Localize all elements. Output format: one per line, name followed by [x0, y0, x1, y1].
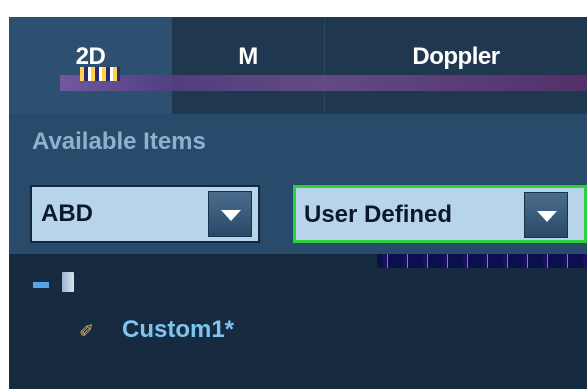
chevron-down-icon[interactable]	[208, 191, 252, 237]
render-artifact-noise	[80, 67, 120, 81]
tab-doppler[interactable]: Doppler	[325, 17, 587, 114]
tab-2d-label: 2D	[75, 43, 106, 70]
render-artifact-strip	[377, 254, 587, 268]
tab-m[interactable]: M	[172, 17, 325, 114]
folder-icon	[62, 272, 74, 292]
items-tree: ✐ Custom1*	[9, 254, 587, 389]
tab-doppler-label: Doppler	[412, 43, 500, 70]
preset-dropdown[interactable]: User Defined	[293, 185, 587, 243]
collapse-icon[interactable]	[33, 282, 49, 288]
preset-dropdown-value: User Defined	[304, 201, 453, 228]
tab-2d[interactable]: 2D	[9, 17, 172, 114]
panel-title: Available Items	[32, 128, 206, 155]
exam-dropdown-value: ABD	[41, 200, 93, 227]
available-items-panel: Available Items ABD User Defined ✐ Custo…	[9, 114, 587, 389]
exam-dropdown[interactable]: ABD	[30, 185, 260, 243]
app-window: 2D M Doppler Available Items ABD User De…	[9, 17, 587, 389]
item-icon: ✐	[79, 321, 95, 341]
chevron-down-icon[interactable]	[524, 192, 568, 238]
tree-item-custom1[interactable]: Custom1*	[122, 316, 234, 344]
render-artifact-bar	[60, 75, 587, 91]
tab-bar: 2D M Doppler	[9, 17, 587, 114]
tab-m-label: M	[238, 43, 258, 70]
